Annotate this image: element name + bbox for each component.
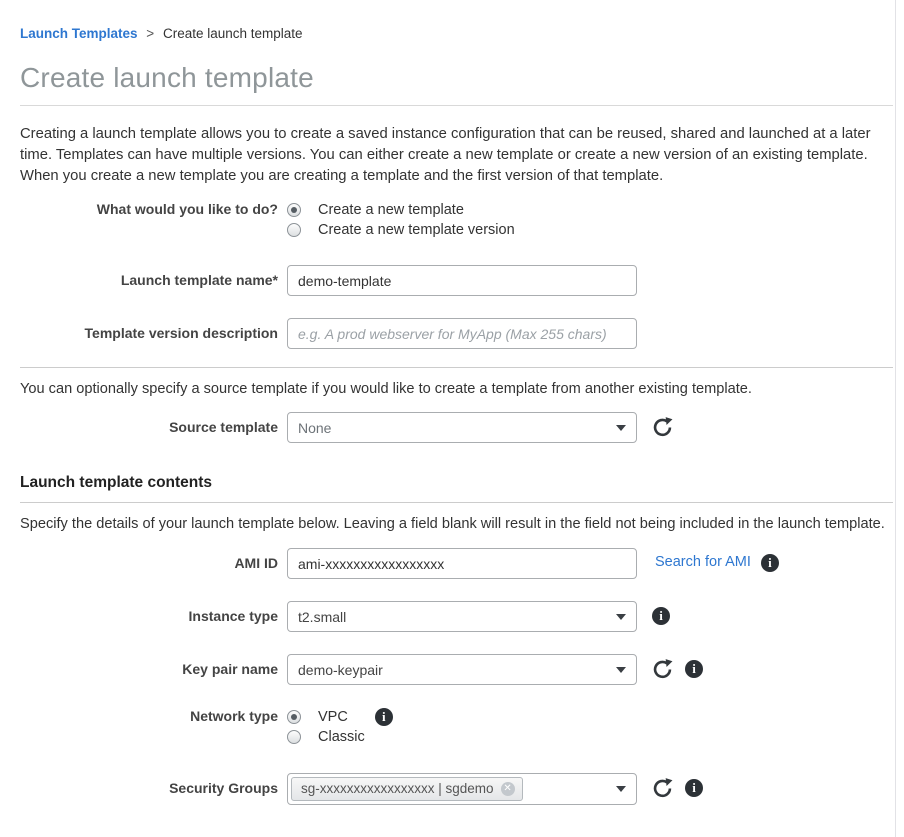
- chevron-down-icon: [616, 667, 626, 673]
- what-would-you-like-label: What would you like to do?: [20, 200, 278, 217]
- radio-create-new-template[interactable]: Create a new template: [287, 200, 464, 220]
- instance-type-select[interactable]: t2.small: [287, 601, 637, 632]
- chevron-down-icon: [616, 786, 626, 792]
- breadcrumb-link-launch-templates[interactable]: Launch Templates: [20, 26, 138, 41]
- contents-divider: [20, 502, 893, 503]
- security-groups-label: Security Groups: [20, 773, 278, 796]
- breadcrumb-current: Create launch template: [163, 26, 303, 41]
- remove-tag-icon[interactable]: ✕: [501, 782, 515, 796]
- key-pair-select[interactable]: demo-keypair: [287, 654, 637, 685]
- radio-classic[interactable]: Classic: [287, 727, 365, 747]
- refresh-icon[interactable]: [652, 659, 673, 680]
- security-groups-select[interactable]: sg-xxxxxxxxxxxxxxxxx | sgdemo ✕: [287, 773, 637, 805]
- security-group-tag: sg-xxxxxxxxxxxxxxxxx | sgdemo ✕: [291, 777, 523, 801]
- instance-type-value: t2.small: [298, 609, 346, 625]
- radio-selected-icon[interactable]: [287, 203, 301, 217]
- source-template-label: Source template: [20, 412, 278, 435]
- version-description-label: Template version description: [20, 318, 278, 341]
- title-divider: [20, 105, 893, 106]
- network-type-radiogroup: VPC i Classic: [287, 707, 393, 747]
- radio-vpc[interactable]: VPC: [287, 707, 348, 727]
- radio-unselected-icon[interactable]: [287, 730, 301, 744]
- chevron-down-icon: [616, 614, 626, 620]
- template-name-label: Launch template name*: [20, 265, 278, 288]
- refresh-icon[interactable]: [652, 778, 673, 799]
- info-icon[interactable]: i: [761, 554, 779, 572]
- info-icon[interactable]: i: [652, 607, 670, 625]
- security-groups-row: Security Groups sg-xxxxxxxxxxxxxxxxx | s…: [20, 773, 895, 805]
- version-description-row: Template version description: [20, 318, 895, 349]
- breadcrumb-separator: >: [146, 26, 154, 41]
- radio-create-new-template-version[interactable]: Create a new template version: [287, 220, 515, 240]
- template-name-row: Launch template name*: [20, 265, 895, 296]
- key-pair-label: Key pair name: [20, 654, 278, 677]
- intro-text: Creating a launch template allows you to…: [20, 124, 898, 187]
- network-type-label: Network type: [20, 707, 278, 724]
- source-template-row: Source template None: [20, 412, 895, 443]
- template-choice-radiogroup: Create a new template Create a new templ…: [287, 200, 515, 240]
- source-template-note: You can optionally specify a source temp…: [20, 381, 898, 397]
- key-pair-row: Key pair name demo-keypair i: [20, 654, 895, 685]
- chevron-down-icon: [616, 425, 626, 431]
- create-launch-template-page: Launch Templates > Create launch templat…: [0, 0, 896, 837]
- instance-type-row: Instance type t2.small i: [20, 601, 895, 632]
- version-description-input[interactable]: [287, 318, 637, 349]
- source-template-value: None: [298, 420, 331, 436]
- ami-id-row: AMI ID Search for AMI i: [20, 548, 895, 579]
- radio-classic-label: Classic: [318, 729, 365, 745]
- radio-selected-icon[interactable]: [287, 710, 301, 724]
- template-name-input[interactable]: [287, 265, 637, 296]
- ami-id-label: AMI ID: [20, 548, 278, 571]
- breadcrumb: Launch Templates > Create launch templat…: [20, 0, 895, 41]
- contents-heading: Launch template contents: [20, 474, 895, 492]
- search-for-ami-link[interactable]: Search for AMI: [655, 554, 751, 570]
- radio-vpc-label: VPC: [318, 709, 348, 725]
- info-icon[interactable]: i: [685, 779, 703, 797]
- source-section-divider: [20, 367, 893, 368]
- what-would-you-like-row: What would you like to do? Create a new …: [20, 200, 895, 240]
- page-title: Create launch template: [20, 62, 895, 94]
- radio-create-new-template-label: Create a new template: [318, 202, 464, 218]
- info-icon[interactable]: i: [375, 708, 393, 726]
- security-group-tag-text: sg-xxxxxxxxxxxxxxxxx | sgdemo: [301, 781, 494, 796]
- instance-type-label: Instance type: [20, 601, 278, 624]
- contents-note: Specify the details of your launch templ…: [20, 516, 898, 532]
- radio-unselected-icon[interactable]: [287, 223, 301, 237]
- source-template-select[interactable]: None: [287, 412, 637, 443]
- info-icon[interactable]: i: [685, 660, 703, 678]
- ami-id-input[interactable]: [287, 548, 637, 579]
- network-type-row: Network type VPC i Classic: [20, 707, 895, 747]
- radio-create-new-template-version-label: Create a new template version: [318, 222, 515, 238]
- key-pair-value: demo-keypair: [298, 662, 383, 678]
- refresh-icon[interactable]: [652, 417, 673, 438]
